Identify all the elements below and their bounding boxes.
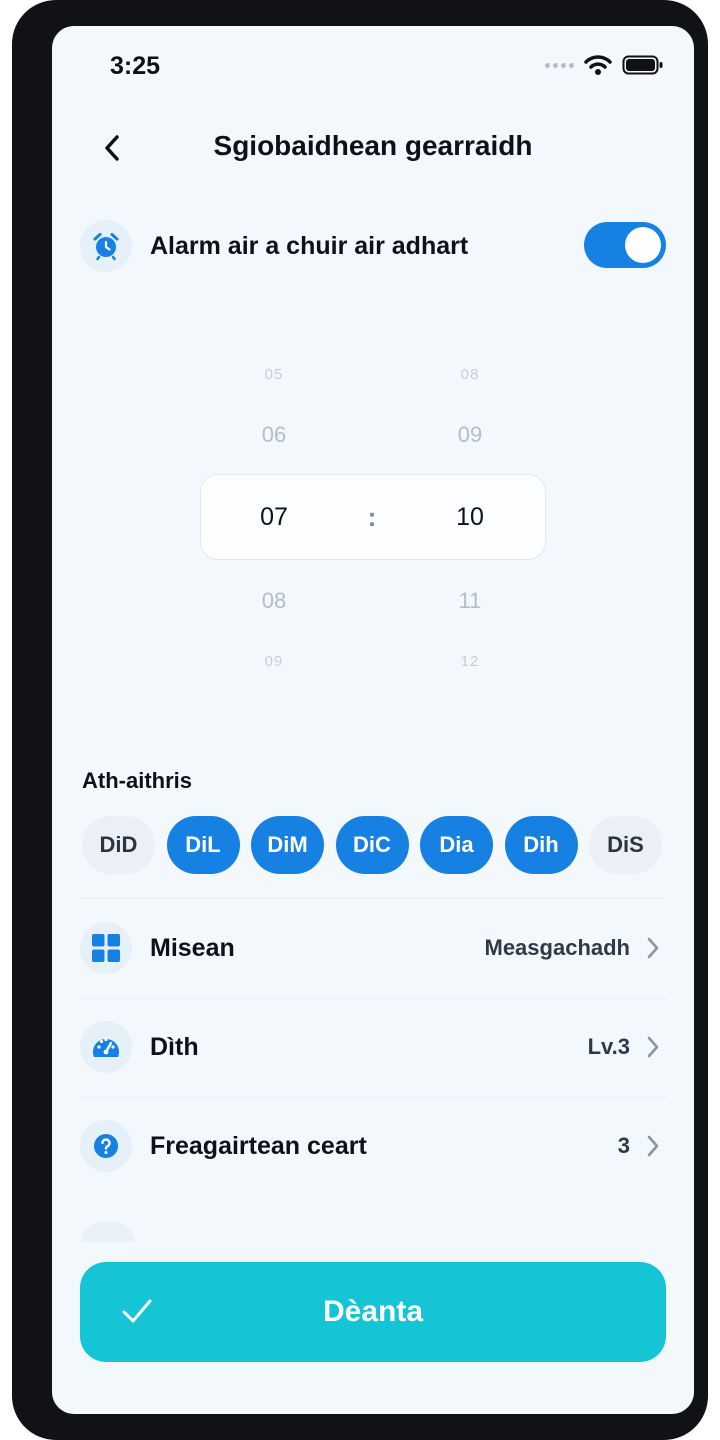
mission-icon-container [80,922,132,974]
screen: 3:25 Sgiobaidhean gearraidh Alarm air a … [52,26,694,1414]
selected-minute[interactable]: 10 [430,503,510,532]
day-chip-dih[interactable]: Dih [504,816,578,874]
divider [80,898,666,899]
day-chip-dim[interactable]: DiM [251,816,324,874]
chevron-right-icon [646,1035,666,1059]
speedometer-icon [93,1037,119,1057]
device-frame: 3:25 Sgiobaidhean gearraidh Alarm air a … [12,0,708,1440]
divider [80,998,666,999]
mission-row[interactable]: Misean Measgachadh [80,920,666,976]
difficulty-row[interactable]: Dìth Lv.3 [80,1019,666,1075]
hour-option[interactable]: 06 [234,422,314,448]
selected-hour[interactable]: 07 [234,503,314,532]
minute-option[interactable]: 09 [430,422,510,448]
day-chip-dil[interactable]: DiL [166,816,240,874]
answers-label: Freagairtean ceart [150,1131,367,1160]
partial-row-icon [82,1222,134,1242]
minute-option[interactable]: 12 [430,653,510,670]
chevron-right-icon [646,1134,666,1158]
check-icon [122,1299,152,1323]
difficulty-label: Dìth [150,1032,199,1061]
time-separator: : [367,502,377,532]
wifi-icon [584,55,612,75]
mission-label: Misean [150,933,235,962]
status-time: 3:25 [110,52,161,80]
minute-option[interactable]: 11 [430,588,510,614]
answers-value: 3 [617,1133,630,1158]
alarm-row: Alarm air a chuir air adhart [80,220,666,272]
day-chip-dic[interactable]: DiC [335,816,409,874]
difficulty-value: Lv.3 [587,1034,630,1059]
hour-option[interactable]: 08 [234,588,314,614]
alarm-clock-icon [93,233,119,261]
day-chip-did[interactable]: DiD [82,816,155,874]
day-chip-dis[interactable]: DiS [589,816,662,874]
toggle-knob [625,227,661,263]
correct-answers-row[interactable]: Freagairtean ceart 3 [80,1118,666,1174]
minute-option[interactable]: 08 [430,366,510,383]
grid-icon [92,934,120,962]
done-label: Dèanta [322,1295,424,1328]
done-button[interactable]: Dèanta [80,1262,666,1362]
answers-icon-container [80,1120,132,1172]
hour-option[interactable]: 09 [234,653,314,670]
difficulty-icon-container [80,1021,132,1073]
alarm-label: Alarm air a chuir air adhart [150,231,469,260]
hour-option[interactable]: 05 [234,366,314,383]
page-title: Sgiobaidhean gearraidh [213,130,533,161]
mission-value: Measgachadh [484,935,631,960]
alarm-toggle[interactable] [584,222,666,268]
chevron-right-icon [646,936,666,960]
repeat-days: DiD DiL DiM DiC Dia Dih DiS [82,816,662,874]
repeat-label: Ath-aithris [82,768,192,793]
day-chip-dia[interactable]: Dia [420,816,493,874]
divider [80,1097,666,1098]
battery-icon [622,55,663,75]
question-icon [94,1134,118,1158]
status-icons [545,54,664,76]
signal-icon [545,62,574,68]
alarm-icon-container [80,220,132,272]
